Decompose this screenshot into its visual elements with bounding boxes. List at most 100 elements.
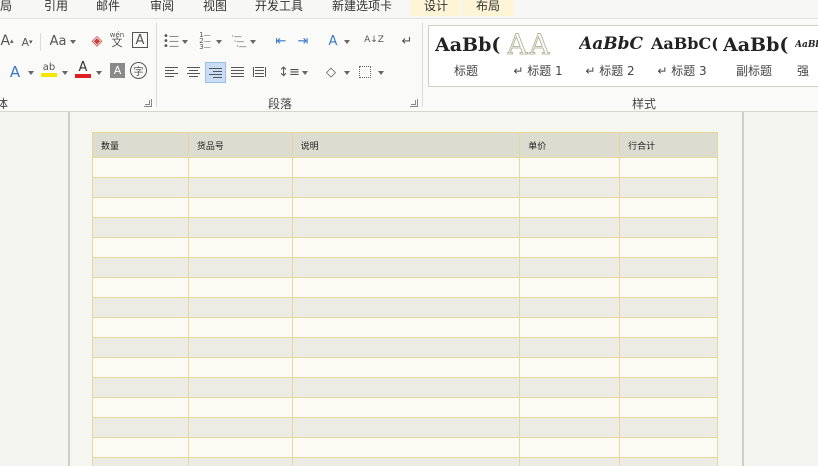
table-cell[interactable] bbox=[291, 237, 521, 258]
table-cell[interactable] bbox=[187, 377, 293, 398]
table-cell[interactable] bbox=[291, 157, 521, 178]
tab-developer[interactable]: 开发工具 bbox=[255, 0, 303, 16]
table-cell[interactable] bbox=[619, 257, 718, 278]
character-shading-button[interactable]: A bbox=[110, 63, 125, 78]
document-area[interactable]: 数量 货品号 说明 单价 行合计 bbox=[0, 112, 818, 466]
table-cell[interactable] bbox=[291, 257, 521, 278]
table-cell[interactable] bbox=[92, 257, 189, 278]
multilevel-list-button[interactable]: ·— ·— ·— bbox=[230, 32, 248, 50]
table-cell[interactable] bbox=[291, 417, 521, 438]
table-cell[interactable] bbox=[619, 317, 718, 338]
table-cell[interactable] bbox=[619, 297, 718, 318]
table-header-cell[interactable]: 说明 bbox=[291, 132, 521, 158]
numbering-button[interactable]: 1— 2— 3— bbox=[196, 32, 214, 51]
table-cell[interactable] bbox=[92, 417, 189, 438]
text-effects-dropdown[interactable] bbox=[28, 71, 34, 75]
table-cell[interactable] bbox=[619, 457, 718, 466]
table-cell[interactable] bbox=[291, 457, 521, 466]
tab-references[interactable]: 引用 bbox=[44, 0, 68, 16]
change-case-button[interactable]: Aa bbox=[46, 32, 70, 50]
table-cell[interactable] bbox=[519, 377, 621, 398]
justify-button[interactable] bbox=[228, 63, 246, 81]
tab-mailings[interactable]: 邮件 bbox=[96, 0, 120, 16]
table-cell[interactable] bbox=[519, 397, 621, 418]
table-cell[interactable] bbox=[187, 197, 293, 218]
numbering-dropdown[interactable] bbox=[216, 40, 222, 44]
table-cell[interactable] bbox=[92, 157, 189, 178]
font-dialog-launcher[interactable] bbox=[144, 99, 152, 107]
table-cell[interactable] bbox=[619, 377, 718, 398]
phonetic-guide-button[interactable]: wén 文 bbox=[108, 30, 126, 48]
table-header-cell[interactable]: 单价 bbox=[519, 132, 621, 158]
table-header-cell[interactable]: 数量 bbox=[92, 132, 189, 158]
tab-table-design[interactable]: 设计 bbox=[410, 0, 460, 16]
text-effects-button[interactable]: A bbox=[6, 63, 24, 81]
tab-review[interactable]: 审阅 bbox=[150, 0, 174, 16]
shading-dropdown[interactable] bbox=[344, 71, 350, 75]
distributed-button[interactable] bbox=[250, 63, 268, 81]
table-cell[interactable] bbox=[92, 397, 189, 418]
shading-button[interactable]: ◇ bbox=[322, 63, 340, 81]
table-cell[interactable] bbox=[519, 277, 621, 298]
table-cell[interactable] bbox=[291, 297, 521, 318]
table-cell[interactable] bbox=[187, 397, 293, 418]
table-cell[interactable] bbox=[619, 177, 718, 198]
style-heading-3[interactable]: AaBbC( ↵ 标题 3 bbox=[647, 26, 717, 86]
decrease-indent-button[interactable]: ⇤ bbox=[272, 32, 290, 50]
table-cell[interactable] bbox=[187, 337, 293, 358]
grow-font-button[interactable]: A ▴ bbox=[0, 32, 16, 50]
table-cell[interactable] bbox=[519, 457, 621, 466]
table-cell[interactable] bbox=[519, 297, 621, 318]
table-cell[interactable] bbox=[619, 277, 718, 298]
style-title[interactable]: AaBb( 标题 bbox=[431, 26, 501, 86]
table-cell[interactable] bbox=[519, 157, 621, 178]
table-cell[interactable] bbox=[619, 437, 718, 458]
multilevel-list-dropdown[interactable] bbox=[250, 40, 256, 44]
tab-table-layout[interactable]: 布局 bbox=[462, 0, 514, 16]
table-cell[interactable] bbox=[187, 317, 293, 338]
table-cell[interactable] bbox=[92, 457, 189, 466]
style-heading-2[interactable]: AaBbC ↵ 标题 2 bbox=[575, 26, 645, 86]
table-cell[interactable] bbox=[291, 357, 521, 378]
character-border-button[interactable]: A bbox=[132, 32, 148, 48]
clear-formatting-button[interactable]: ◈ bbox=[88, 32, 106, 50]
table-cell[interactable] bbox=[291, 337, 521, 358]
table-cell[interactable] bbox=[291, 377, 521, 398]
table-cell[interactable] bbox=[291, 397, 521, 418]
tab-view[interactable]: 视图 bbox=[203, 0, 227, 16]
table-cell[interactable] bbox=[619, 217, 718, 238]
table-cell[interactable] bbox=[187, 457, 293, 466]
invoice-table[interactable]: 数量 货品号 说明 单价 行合计 bbox=[92, 132, 718, 466]
show-marks-button[interactable]: ↵ bbox=[398, 32, 416, 50]
table-cell[interactable] bbox=[92, 337, 189, 358]
tab-layout[interactable]: 布局 bbox=[0, 0, 12, 16]
table-cell[interactable] bbox=[187, 157, 293, 178]
chinese-layout-button[interactable]: A bbox=[324, 32, 342, 50]
table-cell[interactable] bbox=[92, 177, 189, 198]
table-cell[interactable] bbox=[187, 177, 293, 198]
table-cell[interactable] bbox=[187, 297, 293, 318]
table-cell[interactable] bbox=[187, 417, 293, 438]
table-cell[interactable] bbox=[619, 197, 718, 218]
borders-dropdown[interactable] bbox=[378, 71, 384, 75]
table-cell[interactable] bbox=[619, 337, 718, 358]
table-cell[interactable] bbox=[187, 277, 293, 298]
chinese-layout-dropdown[interactable] bbox=[344, 40, 350, 44]
table-cell[interactable] bbox=[519, 217, 621, 238]
align-left-button[interactable] bbox=[162, 63, 180, 81]
table-cell[interactable] bbox=[619, 417, 718, 438]
table-cell[interactable] bbox=[92, 377, 189, 398]
borders-button[interactable] bbox=[356, 63, 374, 81]
table-cell[interactable] bbox=[519, 357, 621, 378]
paragraph-dialog-launcher[interactable] bbox=[410, 99, 418, 107]
line-spacing-button[interactable]: ↕≡ bbox=[278, 63, 300, 81]
table-header-cell[interactable]: 行合计 bbox=[619, 132, 718, 158]
bullets-dropdown[interactable] bbox=[182, 40, 188, 44]
shrink-font-button[interactable]: A ▾ bbox=[18, 33, 36, 51]
table-cell[interactable] bbox=[619, 357, 718, 378]
table-cell[interactable] bbox=[619, 237, 718, 258]
table-cell[interactable] bbox=[92, 277, 189, 298]
table-cell[interactable] bbox=[291, 317, 521, 338]
table-cell[interactable] bbox=[92, 217, 189, 238]
table-cell[interactable] bbox=[519, 317, 621, 338]
